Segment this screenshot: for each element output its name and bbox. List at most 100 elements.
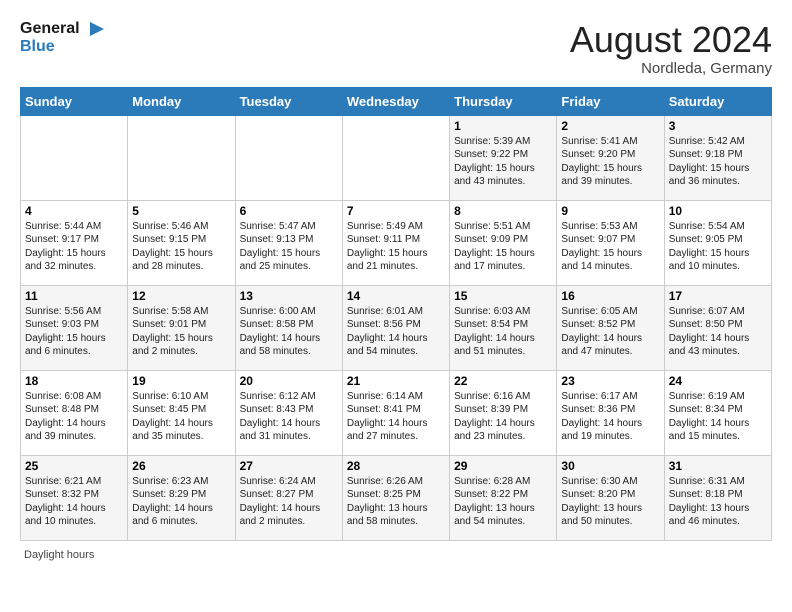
column-header-sunday: Sunday	[21, 87, 128, 115]
day-number: 1	[454, 119, 552, 133]
day-info: Sunrise: 6:05 AM Sunset: 8:52 PM Dayligh…	[561, 305, 659, 359]
day-info: Sunrise: 6:14 AM Sunset: 8:41 PM Dayligh…	[347, 390, 445, 444]
day-cell: 15Sunrise: 6:03 AM Sunset: 8:54 PM Dayli…	[450, 285, 557, 370]
day-info: Sunrise: 6:07 AM Sunset: 8:50 PM Dayligh…	[669, 305, 767, 359]
day-cell: 6 Sunrise: 5:47 AM Sunset: 9:13 PM Daylig…	[235, 200, 342, 285]
day-number: 14	[347, 289, 445, 303]
day-info: Sunrise: 5:56 AM Sunset: 9:03 PM Dayligh…	[25, 305, 123, 359]
column-header-saturday: Saturday	[664, 87, 771, 115]
day-number: 6	[240, 204, 338, 218]
day-cell: 8Sunrise: 5:51 AM Sunset: 9:09 PM Daylig…	[450, 200, 557, 285]
day-number: 23	[561, 374, 659, 388]
day-number: 16	[561, 289, 659, 303]
day-number: 26	[132, 459, 230, 473]
day-number: 13	[240, 289, 338, 303]
logo-arrow-icon	[82, 20, 104, 38]
day-number: 19	[132, 374, 230, 388]
day-cell	[128, 115, 235, 200]
day-number: 11	[25, 289, 123, 303]
day-cell: 5 Sunrise: 5:46 AM Sunset: 9:15 PM Daylig…	[128, 200, 235, 285]
column-header-friday: Friday	[557, 87, 664, 115]
week-row-3: 11 Sunrise: 5:56 AM Sunset: 9:03 PM Dayli…	[21, 285, 772, 370]
day-info: Sunrise: 6:00 AM Sunset: 8:58 PM Dayligh…	[240, 305, 338, 359]
day-number: 15	[454, 289, 552, 303]
day-info: Sunrise: 6:28 AM Sunset: 8:22 PM Dayligh…	[454, 475, 552, 529]
day-number: 18	[25, 374, 123, 388]
day-number: 9	[561, 204, 659, 218]
day-number: 24	[669, 374, 767, 388]
day-number: 30	[561, 459, 659, 473]
day-cell: 20Sunrise: 6:12 AM Sunset: 8:43 PM Dayli…	[235, 370, 342, 455]
day-cell: 18 Sunrise: 6:08 AM Sunset: 8:48 PM Dayli…	[21, 370, 128, 455]
logo-general: General	[20, 20, 80, 38]
day-cell: 3Sunrise: 5:42 AM Sunset: 9:18 PM Daylig…	[664, 115, 771, 200]
day-cell: 21 Sunrise: 6:14 AM Sunset: 8:41 PM Dayli…	[342, 370, 449, 455]
day-number: 10	[669, 204, 767, 218]
day-number: 31	[669, 459, 767, 473]
day-cell: 4 Sunrise: 5:44 AM Sunset: 9:17 PM Daylig…	[21, 200, 128, 285]
day-cell: 28 Sunrise: 6:26 AM Sunset: 8:25 PM Dayli…	[342, 455, 449, 540]
day-cell: 16 Sunrise: 6:05 AM Sunset: 8:52 PM Dayli…	[557, 285, 664, 370]
column-header-tuesday: Tuesday	[235, 87, 342, 115]
day-number: 4	[25, 204, 123, 218]
day-cell: 29Sunrise: 6:28 AM Sunset: 8:22 PM Dayli…	[450, 455, 557, 540]
day-info: Sunrise: 6:31 AM Sunset: 8:18 PM Dayligh…	[669, 475, 767, 529]
location: Nordleda, Germany	[570, 60, 772, 77]
day-number: 21	[347, 374, 445, 388]
day-info: Sunrise: 6:26 AM Sunset: 8:25 PM Dayligh…	[347, 475, 445, 529]
day-info: Sunrise: 5:53 AM Sunset: 9:07 PM Dayligh…	[561, 220, 659, 274]
day-info: Sunrise: 5:44 AM Sunset: 9:17 PM Dayligh…	[25, 220, 123, 274]
header: General Blue August 2024 Nordleda, Germa…	[20, 20, 772, 77]
day-cell: 9 Sunrise: 5:53 AM Sunset: 9:07 PM Daylig…	[557, 200, 664, 285]
day-info: Sunrise: 5:46 AM Sunset: 9:15 PM Dayligh…	[132, 220, 230, 274]
week-row-2: 4 Sunrise: 5:44 AM Sunset: 9:17 PM Daylig…	[21, 200, 772, 285]
day-info: Sunrise: 6:21 AM Sunset: 8:32 PM Dayligh…	[25, 475, 123, 529]
day-number: 28	[347, 459, 445, 473]
day-cell: 10 Sunrise: 5:54 AM Sunset: 9:05 PM Dayli…	[664, 200, 771, 285]
week-row-1: 1Sunrise: 5:39 AM Sunset: 9:22 PM Daylig…	[21, 115, 772, 200]
day-number: 22	[454, 374, 552, 388]
day-cell	[342, 115, 449, 200]
day-cell: 17 Sunrise: 6:07 AM Sunset: 8:50 PM Dayli…	[664, 285, 771, 370]
day-number: 8	[454, 204, 552, 218]
day-info: Sunrise: 6:23 AM Sunset: 8:29 PM Dayligh…	[132, 475, 230, 529]
header-row: SundayMondayTuesdayWednesdayThursdayFrid…	[21, 87, 772, 115]
week-row-4: 18 Sunrise: 6:08 AM Sunset: 8:48 PM Dayli…	[21, 370, 772, 455]
day-info: Sunrise: 5:54 AM Sunset: 9:05 PM Dayligh…	[669, 220, 767, 274]
month-title: August 2024	[570, 20, 772, 60]
day-cell: 23Sunrise: 6:17 AM Sunset: 8:36 PM Dayli…	[557, 370, 664, 455]
calendar-table: SundayMondayTuesdayWednesdayThursdayFrid…	[20, 87, 772, 541]
day-cell: 12Sunrise: 5:58 AM Sunset: 9:01 PM Dayli…	[128, 285, 235, 370]
column-header-wednesday: Wednesday	[342, 87, 449, 115]
title-area: August 2024 Nordleda, Germany	[570, 20, 772, 77]
day-cell: 25 Sunrise: 6:21 AM Sunset: 8:32 PM Dayli…	[21, 455, 128, 540]
day-number: 27	[240, 459, 338, 473]
day-number: 5	[132, 204, 230, 218]
day-number: 17	[669, 289, 767, 303]
day-cell: 26 Sunrise: 6:23 AM Sunset: 8:29 PM Dayli…	[128, 455, 235, 540]
day-number: 12	[132, 289, 230, 303]
day-info: Sunrise: 5:42 AM Sunset: 9:18 PM Dayligh…	[669, 135, 767, 189]
day-number: 2	[561, 119, 659, 133]
day-info: Sunrise: 6:08 AM Sunset: 8:48 PM Dayligh…	[25, 390, 123, 444]
day-info: Sunrise: 6:16 AM Sunset: 8:39 PM Dayligh…	[454, 390, 552, 444]
day-info: Sunrise: 6:19 AM Sunset: 8:34 PM Dayligh…	[669, 390, 767, 444]
day-cell: 19Sunrise: 6:10 AM Sunset: 8:45 PM Dayli…	[128, 370, 235, 455]
day-cell: 13 Sunrise: 6:00 AM Sunset: 8:58 PM Dayli…	[235, 285, 342, 370]
day-cell	[235, 115, 342, 200]
logo: General Blue	[20, 20, 104, 57]
page: General Blue August 2024 Nordleda, Germa…	[0, 0, 792, 571]
day-info: Sunrise: 5:47 AM Sunset: 9:13 PM Dayligh…	[240, 220, 338, 274]
column-header-thursday: Thursday	[450, 87, 557, 115]
day-cell	[21, 115, 128, 200]
daylight-hours-label: Daylight hours	[24, 549, 94, 561]
day-cell: 27 Sunrise: 6:24 AM Sunset: 8:27 PM Dayli…	[235, 455, 342, 540]
day-info: Sunrise: 6:01 AM Sunset: 8:56 PM Dayligh…	[347, 305, 445, 359]
day-info: Sunrise: 6:24 AM Sunset: 8:27 PM Dayligh…	[240, 475, 338, 529]
day-cell: 1Sunrise: 5:39 AM Sunset: 9:22 PM Daylig…	[450, 115, 557, 200]
day-info: Sunrise: 5:41 AM Sunset: 9:20 PM Dayligh…	[561, 135, 659, 189]
day-number: 7	[347, 204, 445, 218]
day-cell: 2 Sunrise: 5:41 AM Sunset: 9:20 PM Daylig…	[557, 115, 664, 200]
day-number: 25	[25, 459, 123, 473]
day-cell: 31 Sunrise: 6:31 AM Sunset: 8:18 PM Dayli…	[664, 455, 771, 540]
